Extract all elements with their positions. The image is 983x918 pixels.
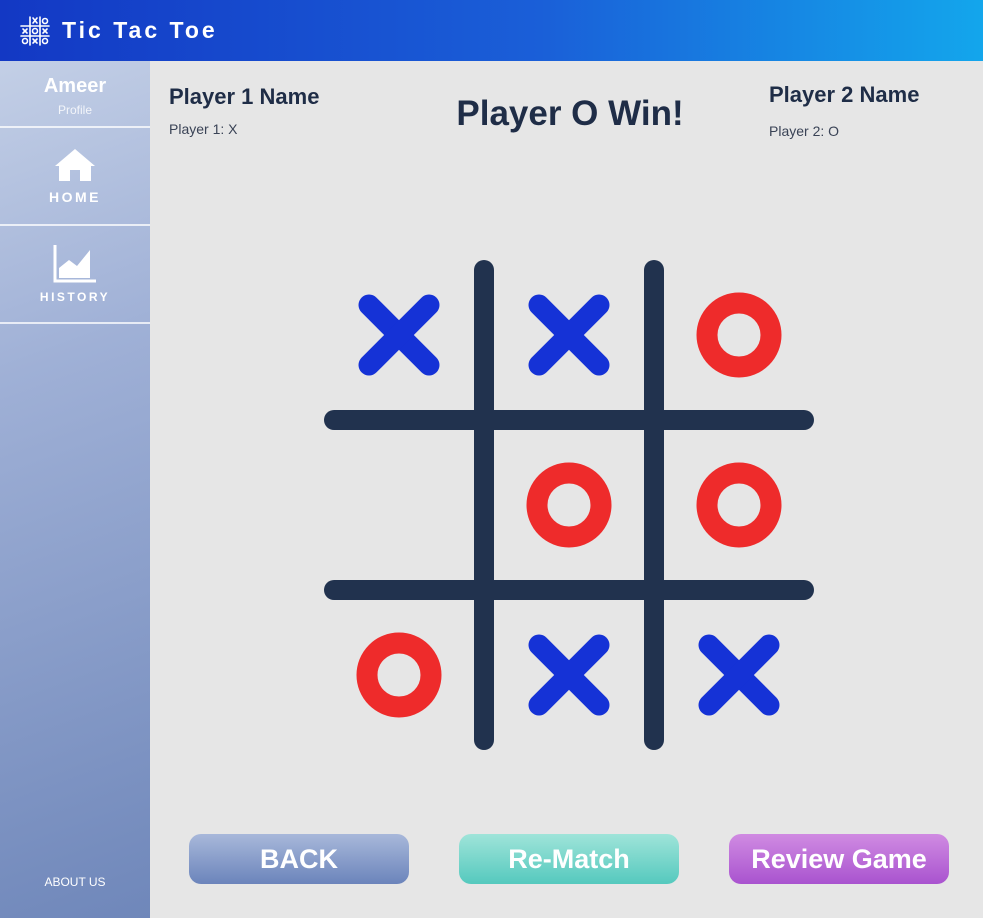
o-mark-icon [696,292,782,378]
x-mark-icon [528,294,610,376]
back-button[interactable]: BACK [189,834,409,884]
x-mark-icon [358,294,440,376]
o-mark-icon [696,462,782,548]
profile-label: Profile [57,103,92,117]
board-cell-3[interactable] [664,260,814,410]
game-board [314,250,824,760]
player-2-name: Player 2 Name [769,82,920,107]
sidebar: Ameer Profile HOME HISTORY ABOUT US [0,61,150,918]
rematch-button[interactable]: Re-Match [459,834,679,884]
board-cell-6[interactable] [664,430,814,580]
app-title: Tic Tac Toe [62,17,218,43]
chart-icon [53,245,96,283]
title-bar: Tic Tac Toe [0,0,983,61]
player-1-name: Player 1 Name [169,84,320,109]
review-game-button[interactable]: Review Game [729,834,949,884]
board-cell-5[interactable] [494,430,644,580]
board-cell-8[interactable] [494,600,644,750]
home-icon [55,149,95,181]
player-2-symbol: Player 2: O [769,123,840,139]
board-cell-9[interactable] [664,600,814,750]
sidebar-item-home[interactable]: HOME [0,128,150,226]
profile-section[interactable]: Ameer Profile [0,61,150,128]
x-mark-icon [528,634,610,716]
x-mark-icon [698,634,780,716]
sidebar-item-history[interactable]: HISTORY [0,226,150,324]
tic-tac-toe-logo-icon [20,15,50,46]
game-status: Player O Win! [456,94,684,133]
o-mark-icon [356,632,442,718]
player-1-symbol: Player 1: X [169,121,238,137]
sidebar-item-label: HISTORY [39,290,111,304]
profile-name: Ameer [43,75,107,97]
o-mark-icon [526,462,612,548]
board-cell-2[interactable] [494,260,644,410]
about-us-link[interactable]: ABOUT US [0,875,150,889]
board-cell-1[interactable] [324,260,474,410]
sidebar-item-label: HOME [49,189,101,205]
board-cell-7[interactable] [324,600,474,750]
board-cell-4[interactable] [324,430,474,580]
